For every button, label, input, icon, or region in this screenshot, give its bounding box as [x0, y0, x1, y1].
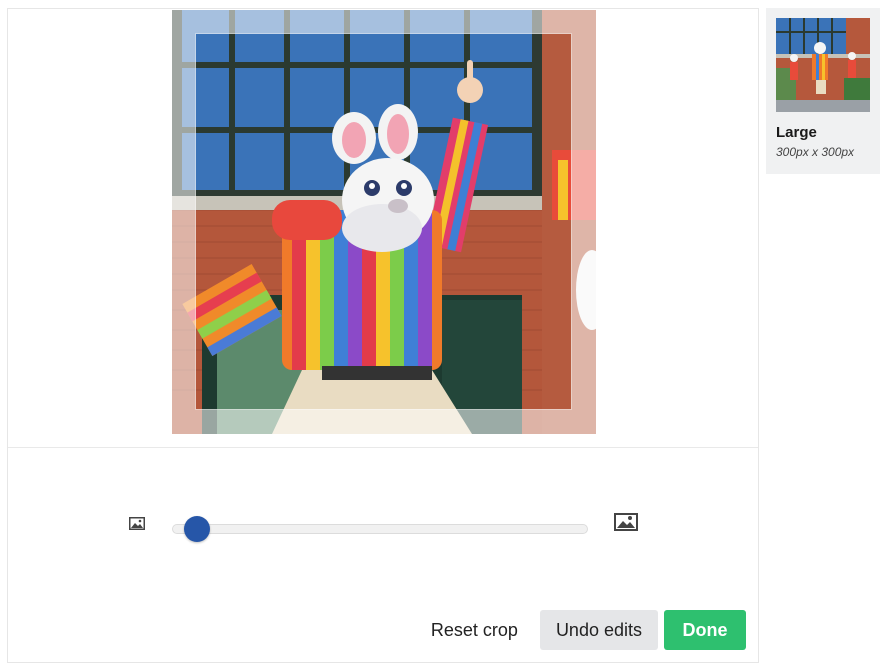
- reset-crop-button[interactable]: Reset crop: [415, 610, 534, 650]
- size-thumbnail: [776, 18, 870, 112]
- editor-actions: Reset crop Undo edits Done: [415, 610, 746, 650]
- zoom-slider-handle[interactable]: [184, 516, 210, 542]
- done-button[interactable]: Done: [664, 610, 746, 650]
- crop-stage: [8, 9, 758, 448]
- size-dimensions: 300px x 300px: [776, 145, 855, 159]
- crop-mask-right: [571, 34, 596, 409]
- large-image-icon: [614, 513, 638, 536]
- zoom-slider-track[interactable]: [172, 524, 588, 534]
- undo-edits-button[interactable]: Undo edits: [539, 610, 658, 650]
- crop-frame[interactable]: [195, 33, 572, 410]
- size-name: Large: [776, 124, 817, 141]
- crop-mask-top: [172, 10, 596, 34]
- image-preview[interactable]: [172, 10, 596, 434]
- crop-mask-bottom: [172, 409, 596, 434]
- small-image-icon: [129, 517, 145, 535]
- crop-mask-left: [172, 34, 196, 409]
- zoom-control: [8, 509, 758, 549]
- image-editor: Reset crop Undo edits Done: [7, 8, 759, 663]
- image-size-card[interactable]: Large 300px x 300px: [766, 8, 880, 174]
